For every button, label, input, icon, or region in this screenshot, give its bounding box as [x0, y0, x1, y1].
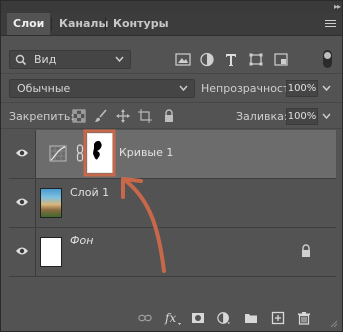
layer-row-background[interactable]: Фон — [9, 228, 336, 276]
lock-all-icon[interactable] — [162, 109, 176, 123]
panel-top-strip: ▸▸ — [1, 1, 342, 13]
layer-separator — [9, 276, 336, 277]
visibility-toggle[interactable] — [9, 179, 36, 227]
adjustment-icon[interactable] — [217, 311, 231, 325]
lock-brush-icon[interactable] — [94, 109, 108, 123]
fill-label: Заливка: — [236, 110, 288, 123]
folder-icon[interactable] — [244, 311, 258, 325]
divider — [1, 128, 342, 129]
search-icon — [15, 54, 27, 66]
blend-mode-select[interactable]: Обычные — [9, 79, 195, 98]
lock-label: Закрепить: — [9, 110, 75, 123]
tab-divider — [105, 17, 106, 31]
chevron-down-icon — [179, 85, 188, 92]
blend-mode-value: Обычные — [17, 82, 71, 95]
chain-link-icon[interactable] — [76, 144, 84, 162]
mask-icon[interactable] — [191, 311, 205, 325]
eye-icon — [16, 149, 28, 157]
layer-filter-select[interactable]: Вид — [9, 50, 131, 69]
divider — [1, 73, 342, 74]
mask-shape — [93, 140, 102, 160]
layers-bottom-toolbar: fx — [1, 303, 342, 331]
new-layer-icon[interactable] — [271, 311, 285, 325]
collapse-arrows-icon[interactable]: ▸▸ — [334, 2, 341, 11]
visibility-toggle[interactable] — [9, 130, 36, 178]
link-icon[interactable] — [138, 311, 152, 325]
opacity-label: Непрозрачность: — [201, 82, 300, 95]
lock-artboard-icon[interactable] — [138, 109, 152, 123]
layer-mask-thumbnail[interactable] — [87, 133, 113, 173]
layer-row-curves[interactable]: Кривые 1 — [9, 130, 336, 178]
svg-text:fx: fx — [164, 311, 176, 325]
eye-icon — [16, 198, 28, 206]
smart-object-filter-icon[interactable] — [273, 52, 289, 67]
fill-dropdown-icon[interactable] — [322, 111, 331, 122]
divider — [1, 102, 342, 103]
shape-filter-icon[interactable] — [248, 52, 264, 67]
trash-icon[interactable] — [297, 311, 311, 325]
eye-icon — [16, 247, 28, 255]
tab-divider — [51, 17, 52, 31]
panel-tabs: Слои Каналы Контуры — [1, 13, 342, 36]
opacity-input[interactable]: 100% — [286, 80, 318, 97]
layers-panel: ▸▸ Слои Каналы Контуры Вид Обычные Непро… — [0, 0, 343, 332]
layer-row-image[interactable]: Слой 1 — [9, 179, 336, 227]
filter-toggle[interactable] — [323, 50, 332, 68]
lock-position-icon[interactable] — [116, 109, 130, 123]
layer-thumbnail — [40, 237, 62, 267]
curves-adjustment-icon — [49, 145, 67, 162]
adjustment-filter-icon[interactable] — [199, 52, 215, 67]
panel-menu-icon[interactable] — [325, 20, 336, 28]
opacity-dropdown-icon[interactable] — [322, 83, 331, 94]
layer-name[interactable]: Слой 1 — [70, 186, 109, 199]
toggle-knob — [324, 52, 331, 59]
text-filter-icon[interactable] — [223, 52, 239, 67]
visibility-toggle[interactable] — [9, 228, 36, 276]
fill-input[interactable]: 100% — [286, 108, 318, 125]
lock-transparent-icon[interactable] — [72, 109, 86, 123]
image-filter-icon[interactable] — [175, 52, 191, 67]
fx-icon[interactable]: fx — [164, 311, 182, 325]
layer-name[interactable]: Кривые 1 — [119, 146, 173, 159]
tab-paths[interactable]: Контуры — [107, 13, 175, 35]
layer-name[interactable]: Фон — [70, 234, 93, 247]
layer-lock-icon[interactable] — [300, 244, 312, 258]
layer-thumbnail — [40, 188, 62, 218]
filter-label: Вид — [34, 53, 57, 66]
resize-grip-icon[interactable] — [330, 320, 338, 328]
chevron-down-icon — [115, 56, 124, 63]
tab-layers[interactable]: Слои — [7, 13, 51, 35]
